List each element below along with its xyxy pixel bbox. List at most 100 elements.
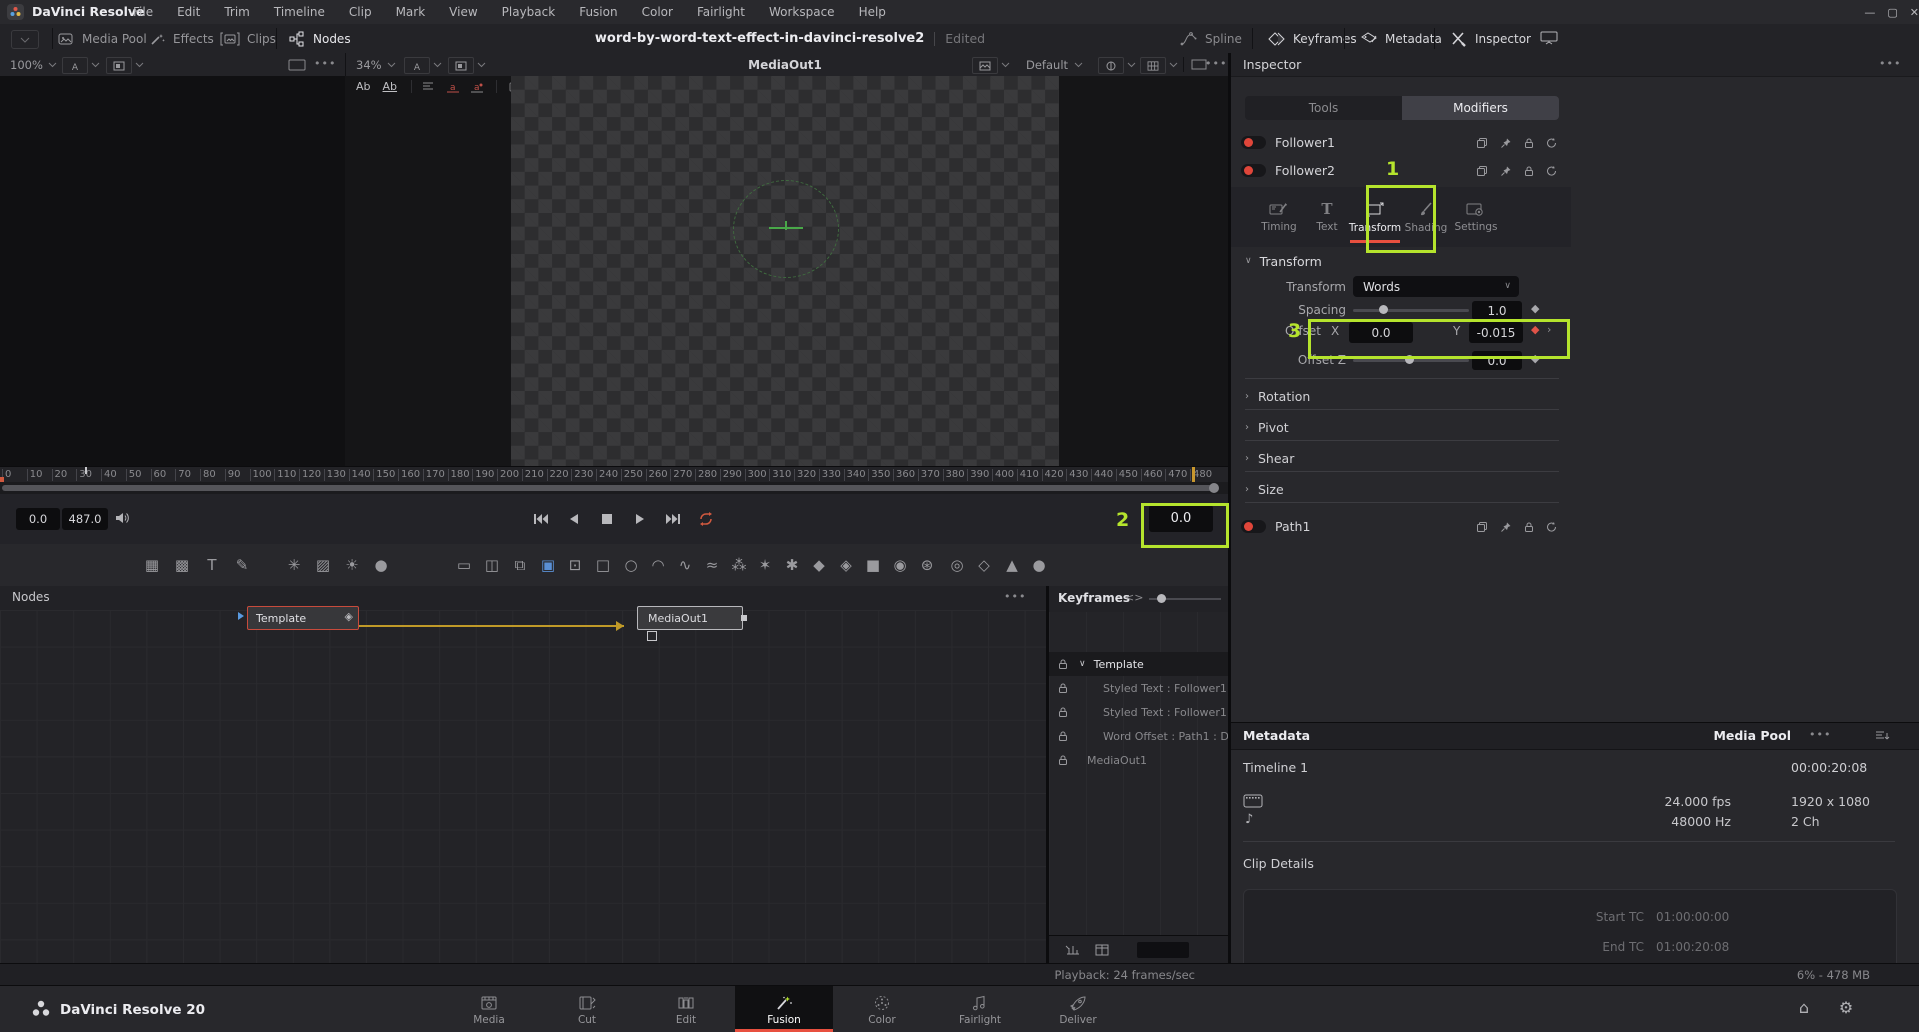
right-viewer-zoom-select[interactable]: 34%: [356, 53, 396, 76]
chevron-down-icon[interactable]: ∨: [1079, 659, 1086, 669]
window-minimize-button[interactable]: —: [1864, 6, 1875, 19]
lock-icon[interactable]: [1057, 730, 1069, 742]
spread-view-icon[interactable]: [1065, 944, 1081, 956]
modifier-row-path1[interactable]: Path1: [1231, 512, 1919, 542]
timeline-ruler[interactable]: 0102030405060708090100110120130140150160…: [0, 466, 1228, 483]
light3d-tool-icon[interactable]: ◇: [972, 552, 996, 578]
viewer-gamut-select[interactable]: [972, 57, 998, 74]
tab-tools[interactable]: Tools: [1245, 96, 1402, 120]
left-viewer-overflow-menu[interactable]: •••: [314, 57, 338, 73]
dve-tool-icon[interactable]: ◈: [834, 552, 858, 578]
lock-icon[interactable]: [1523, 165, 1536, 178]
quick-export-button[interactable]: [11, 30, 39, 49]
bspline-mask-icon[interactable]: ∿: [673, 552, 697, 578]
node-mask-port[interactable]: [647, 631, 657, 641]
app-icon[interactable]: [7, 4, 24, 20]
node-input-icon[interactable]: [237, 611, 245, 621]
chevron-down-icon[interactable]: [433, 62, 442, 68]
left-viewer-channel-select[interactable]: A: [62, 57, 88, 74]
keyframe-row[interactable]: Word Offset : Path1 : Di: [1049, 724, 1228, 748]
window-maximize-button[interactable]: ▢: [1887, 6, 1897, 19]
menu-item-color[interactable]: Color: [637, 5, 678, 19]
speaker-icon[interactable]: [114, 511, 130, 525]
spacing-slider-handle[interactable]: [1379, 305, 1388, 314]
reset-icon[interactable]: [1545, 521, 1559, 534]
keyframes-filter-field[interactable]: [1137, 942, 1189, 958]
pmerge-tool-icon[interactable]: ✶: [753, 552, 777, 578]
node-graph[interactable]: Template◈MediaOut1: [0, 610, 1046, 963]
window-close-button[interactable]: ✕: [1910, 6, 1919, 19]
page-tab-fairlight[interactable]: Fairlight: [931, 988, 1029, 1032]
keyframes-zoom-handle[interactable]: [1157, 594, 1166, 603]
menu-item-fusion[interactable]: Fusion: [574, 5, 622, 19]
panel-layout-icon[interactable]: [1540, 31, 1560, 47]
menu-item-edit[interactable]: Edit: [172, 5, 205, 19]
menu-item-workspace[interactable]: Workspace: [764, 5, 840, 19]
menu-item-fairlight[interactable]: Fairlight: [692, 5, 750, 19]
shape3d-tool-icon[interactable]: ■: [861, 552, 885, 578]
window-controls[interactable]: — ▢ ✕: [1840, 0, 1919, 24]
collapsed-section-rotation[interactable]: ›Rotation: [1245, 385, 1559, 407]
lock-icon[interactable]: [1057, 754, 1069, 766]
blur-tool-icon[interactable]: ✳: [282, 552, 306, 578]
menu-item-mark[interactable]: Mark: [391, 5, 431, 19]
toolbar-button-media-pool[interactable]: Media Pool: [58, 24, 147, 53]
merge-tool-icon[interactable]: ⧉: [508, 552, 532, 578]
go-to-end-button[interactable]: [660, 506, 686, 532]
pin-icon[interactable]: [1500, 137, 1513, 150]
viewer-split-select[interactable]: [1098, 57, 1124, 74]
underline-text-button[interactable]: Ab: [379, 80, 402, 93]
current-time-field[interactable]: 0.0: [16, 508, 60, 530]
chevron-down-icon[interactable]: [477, 62, 486, 68]
lock-icon[interactable]: [1523, 521, 1536, 534]
modifier-enable-toggle[interactable]: [1241, 136, 1266, 149]
lock-icon[interactable]: [1057, 706, 1069, 718]
keyframe-row[interactable]: Styled Text : Follower1 :: [1049, 676, 1228, 700]
page-tab-deliver[interactable]: Deliver: [1029, 988, 1127, 1032]
page-tab-edit[interactable]: Edit: [637, 988, 735, 1032]
chevron-down-icon[interactable]: [91, 62, 100, 68]
polygon-mask-icon[interactable]: ◠: [646, 552, 670, 578]
table-view-icon[interactable]: [1095, 944, 1109, 956]
spacing-keyframe-icon[interactable]: ◆: [1531, 302, 1545, 318]
colorcorrect-tool-icon[interactable]: ●: [369, 552, 393, 578]
lock-icon[interactable]: [1523, 137, 1536, 150]
keyframe-row[interactable]: ∨Template: [1049, 652, 1228, 676]
text-tool-icon[interactable]: T: [200, 552, 224, 578]
menu-item-file[interactable]: File: [128, 5, 158, 19]
toolbar-button-clips[interactable]: Clips: [220, 24, 276, 53]
page-tab-media[interactable]: Media: [440, 988, 538, 1032]
fastnoise-tool-icon[interactable]: ▩: [170, 552, 194, 578]
transform-section-header[interactable]: ∨Transform: [1245, 252, 1445, 270]
tool-tab-text[interactable]: TText: [1303, 189, 1351, 245]
menu-item-help[interactable]: Help: [854, 5, 891, 19]
play-reverse-button[interactable]: [561, 506, 587, 532]
timeline-scrollbar[interactable]: [0, 482, 1228, 494]
toolbar-button-effects[interactable]: Effects: [150, 24, 214, 53]
collapsed-section-pivot[interactable]: ›Pivot: [1245, 416, 1559, 438]
mediain-tool-icon[interactable]: ▭: [452, 552, 476, 578]
viewer-overflow-menu[interactable]: •••: [1205, 57, 1227, 73]
rectangle-mask-icon[interactable]: □: [591, 552, 615, 578]
node-output-port[interactable]: [741, 615, 747, 621]
tab-modifiers[interactable]: Modifiers: [1402, 96, 1559, 120]
left-viewer-zoom-select[interactable]: 100%: [10, 53, 57, 76]
right-viewer-view-select[interactable]: [448, 57, 474, 74]
mediaout-tool-icon[interactable]: ▣: [536, 552, 560, 578]
pemit-tool-icon[interactable]: ⁂: [727, 552, 751, 578]
page-tab-color[interactable]: Color: [833, 988, 931, 1032]
modifier-row-follower1[interactable]: Follower1: [1231, 129, 1919, 157]
merge3d-tool-icon[interactable]: ◉: [888, 552, 912, 578]
pin-icon[interactable]: [1500, 165, 1513, 178]
modifier-enable-toggle[interactable]: [1241, 520, 1266, 533]
modifier-enable-toggle[interactable]: [1241, 164, 1266, 177]
page-tab-fusion[interactable]: Fusion: [735, 988, 833, 1032]
right-viewer-channel-select[interactable]: A: [404, 57, 430, 74]
viewer-grid-select[interactable]: [1140, 57, 1166, 74]
loop-button[interactable]: [693, 506, 719, 532]
left-viewer-view-select[interactable]: [106, 57, 132, 74]
node-connection-wire[interactable]: [357, 625, 624, 627]
menu-item-trim[interactable]: Trim: [219, 5, 255, 19]
loader-tool-icon[interactable]: ◫: [480, 552, 504, 578]
scrollbar-endcap[interactable]: [1209, 483, 1219, 493]
